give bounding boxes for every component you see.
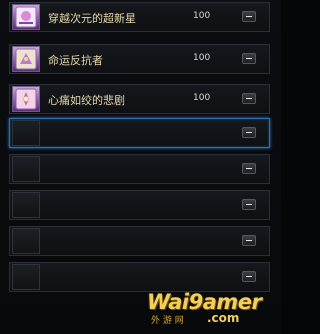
card-icon bbox=[15, 6, 37, 28]
item-amount: 100 bbox=[193, 53, 211, 63]
item-amount: 100 bbox=[193, 93, 211, 103]
list-item[interactable]: 穿越次元的超新星 100 bbox=[9, 2, 270, 32]
remove-button[interactable] bbox=[242, 235, 256, 246]
item-slot[interactable] bbox=[12, 86, 40, 112]
empty-item-slot[interactable] bbox=[12, 228, 40, 254]
item-slot[interactable] bbox=[12, 4, 40, 30]
remove-button[interactable] bbox=[242, 11, 256, 22]
empty-item-slot[interactable] bbox=[12, 192, 40, 218]
empty-item-slot[interactable] bbox=[12, 264, 40, 290]
list-item-selected[interactable] bbox=[9, 118, 270, 148]
list-item[interactable] bbox=[9, 154, 270, 184]
empty-item-slot[interactable] bbox=[12, 120, 40, 146]
item-name: 命运反抗者 bbox=[48, 54, 103, 67]
item-slot[interactable] bbox=[12, 46, 40, 72]
empty-item-slot[interactable] bbox=[12, 156, 40, 182]
list-item[interactable]: 命运反抗者 100 bbox=[9, 44, 270, 74]
remove-button[interactable] bbox=[242, 199, 256, 210]
card-icon bbox=[15, 48, 37, 70]
remove-button[interactable] bbox=[242, 93, 256, 104]
watermark-logo: Wai9amer 外 游 网 .com bbox=[147, 290, 277, 330]
remove-button[interactable] bbox=[242, 163, 256, 174]
list-item[interactable] bbox=[9, 262, 270, 292]
watermark-chinese: 外 游 网 bbox=[151, 316, 184, 326]
watermark-title: Wai9amer bbox=[147, 290, 262, 314]
remove-button[interactable] bbox=[242, 53, 256, 64]
watermark-domain: .com bbox=[207, 311, 240, 325]
item-amount: 100 bbox=[193, 11, 211, 21]
card-icon bbox=[15, 88, 37, 110]
list-item[interactable] bbox=[9, 190, 270, 220]
list-item[interactable]: 心痛如绞的悲剧 100 bbox=[9, 84, 270, 114]
remove-button[interactable] bbox=[242, 271, 256, 282]
remove-button[interactable] bbox=[242, 127, 256, 138]
list-item[interactable] bbox=[9, 226, 270, 256]
item-name: 心痛如绞的悲剧 bbox=[48, 94, 125, 107]
item-name: 穿越次元的超新星 bbox=[48, 12, 136, 25]
item-list-panel: 穿越次元的超新星 100 命运反抗者 100 心痛如绞的悲剧 100 Wai9a… bbox=[0, 0, 281, 334]
